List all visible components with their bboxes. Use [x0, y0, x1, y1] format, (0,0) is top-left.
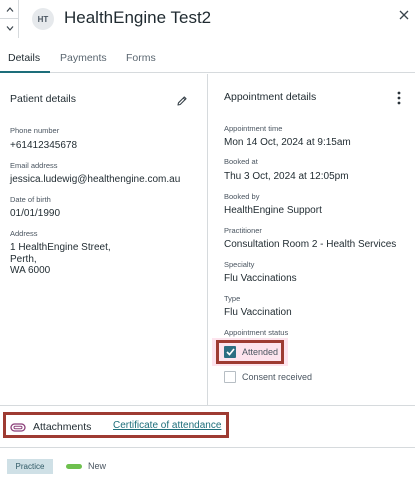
attachments-divider: [0, 405, 415, 406]
specialty-value: Flu Vaccinations: [224, 273, 297, 284]
certificate-of-attendance-link[interactable]: Certificate of attendance: [113, 420, 221, 431]
header: HT HealthEngine Test2: [0, 0, 415, 38]
email-value: jessica.ludewig@healthengine.com.au: [10, 174, 181, 185]
pencil-icon[interactable]: [176, 95, 188, 107]
booked-at-label: Booked at: [224, 157, 258, 166]
tab-details[interactable]: Details: [8, 52, 40, 64]
booked-at-value: Thu 3 Oct, 2024 at 12:05pm: [224, 171, 349, 182]
tab-bar: Details Payments Forms: [0, 44, 415, 73]
page-title: HealthEngine Test2: [64, 8, 212, 27]
dob-value: 01/01/1990: [10, 208, 61, 219]
address-line-2: Perth,: [10, 254, 37, 265]
booked-by-value: HealthEngine Support: [224, 205, 322, 216]
practice-badge: Practice: [7, 459, 53, 474]
close-icon[interactable]: [398, 9, 410, 21]
more-options-icon[interactable]: [396, 91, 402, 105]
checkmark-icon: [225, 348, 235, 356]
appointment-time-value: Mon 14 Oct, 2024 at 9:15am: [224, 137, 351, 148]
type-value: Flu Vaccination: [224, 307, 292, 318]
appointment-time-label: Appointment time: [224, 124, 283, 133]
patient-details-title: Patient details: [10, 93, 76, 105]
consent-received-checkbox[interactable]: [224, 371, 236, 383]
avatar: HT: [32, 8, 54, 30]
paperclip-icon: [10, 423, 26, 432]
type-label: Type: [224, 294, 241, 303]
previous-record-button[interactable]: [0, 0, 19, 19]
chevron-down-icon: [6, 26, 13, 31]
dob-label: Date of birth: [10, 195, 51, 204]
phone-label: Phone number: [10, 126, 60, 135]
new-status-label: New: [88, 461, 107, 471]
specialty-label: Specialty: [224, 260, 255, 269]
address-label: Address: [10, 229, 38, 238]
practitioner-label: Practitioner: [224, 226, 262, 235]
address-line-3: WA 6000: [10, 265, 51, 276]
record-navigation: [0, 0, 19, 38]
new-status-indicator: [66, 464, 82, 469]
attended-checkbox[interactable]: [224, 346, 236, 358]
attachments-label: Attachments: [33, 421, 92, 433]
tab-payments[interactable]: Payments: [60, 52, 107, 64]
appointment-status-label: Appointment status: [224, 328, 289, 337]
footer-divider: [0, 447, 415, 448]
tab-forms[interactable]: Forms: [126, 52, 156, 64]
chevron-up-icon: [6, 6, 13, 12]
booked-by-label: Booked by: [224, 192, 260, 201]
column-divider: [207, 74, 208, 406]
attended-label: Attended: [242, 347, 279, 357]
address-line-1: 1 HealthEngine Street,: [10, 242, 111, 253]
appointment-details-title: Appointment details: [224, 91, 317, 103]
practitioner-value: Consultation Room 2 - Health Services: [224, 239, 397, 250]
next-record-button[interactable]: [0, 19, 19, 38]
active-tab-indicator: [0, 71, 50, 73]
consent-received-label: Consent received: [242, 372, 313, 382]
phone-value: +61412345678: [10, 140, 78, 151]
email-label: Email address: [10, 161, 58, 170]
